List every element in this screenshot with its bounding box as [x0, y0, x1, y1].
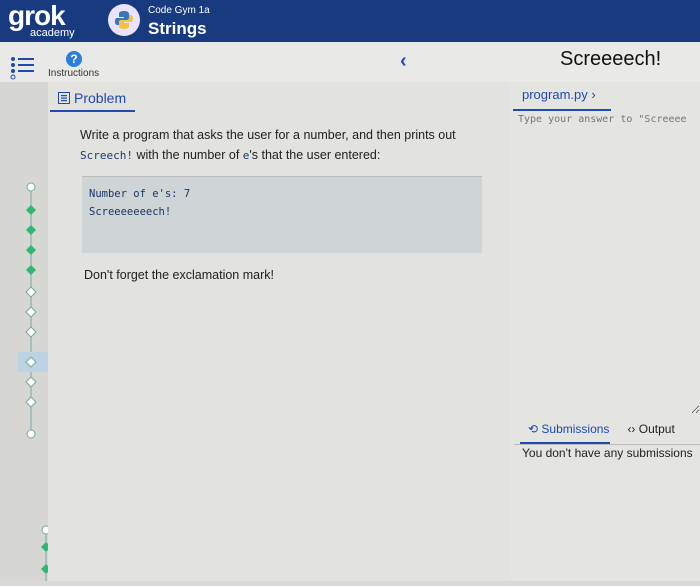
progress-node[interactable] — [26, 182, 36, 192]
instructions-label[interactable]: Instructions — [48, 68, 99, 79]
course-title: Strings — [148, 19, 207, 38]
desc-text: 's that the user entered: — [249, 148, 381, 162]
desc-text: with the number of — [132, 148, 243, 162]
desc-code: Screech! — [80, 149, 133, 162]
progress-node[interactable] — [26, 265, 36, 275]
bottom-tabs: ⟲ Submissions ‹› Output — [528, 422, 675, 436]
example-line: Number of e's: 7 — [89, 188, 191, 200]
tab-problem-label: Problem — [74, 90, 127, 106]
problem-description: Write a program that asks the user for a… — [80, 125, 490, 166]
tab-output-label: Output — [638, 422, 675, 436]
tab-output[interactable]: ‹› Output — [627, 422, 674, 436]
code-brackets-icon: ‹› — [627, 422, 636, 436]
help-icon[interactable]: ? — [66, 51, 82, 67]
course-subtitle: Code Gym 1a — [148, 5, 210, 16]
desc-text: Write a program that asks the user for a… — [80, 128, 456, 142]
progress-rail — [0, 82, 51, 581]
progress-node[interactable] — [25, 286, 37, 298]
grok-logo[interactable]: grok academy — [8, 2, 75, 40]
logo-subtitle: academy — [30, 27, 75, 39]
document-icon — [58, 92, 70, 104]
tab-problem[interactable]: Problem — [58, 90, 126, 106]
progress-node[interactable] — [25, 326, 37, 338]
progress-node[interactable] — [26, 205, 36, 215]
tab-submissions[interactable]: ⟲ Submissions — [528, 422, 609, 436]
progress-node[interactable] — [26, 225, 36, 235]
example-line: Screeeeeeech! — [89, 206, 172, 218]
tab-submissions-label: Submissions — [541, 422, 610, 436]
course-info: Code Gym 1a Strings — [148, 5, 210, 39]
chevron-left-icon[interactable]: ‹ — [400, 50, 407, 73]
history-icon: ⟲ — [528, 422, 539, 436]
python-course-icon — [108, 4, 140, 36]
top-header: grok academy Code Gym 1a Strings — [0, 0, 700, 42]
progress-nodes — [18, 182, 51, 581]
progress-node[interactable] — [25, 396, 37, 408]
progress-node[interactable] — [26, 245, 36, 255]
no-submissions-message: You don't have any submissions — [522, 446, 693, 460]
file-tab-indicator — [513, 109, 611, 111]
progress-node[interactable] — [41, 564, 51, 574]
chevron-right-icon: › — [591, 87, 596, 102]
divider — [514, 444, 700, 445]
tab-program-py[interactable]: program.py › — [522, 87, 596, 102]
menu-list-icon[interactable] — [10, 56, 36, 80]
exercise-title: Screeeech! — [560, 48, 662, 70]
code-editor-input[interactable] — [518, 114, 700, 414]
file-tab-label: program.py — [522, 87, 588, 102]
python-logo-icon — [115, 11, 133, 29]
tab-active-indicator — [50, 110, 135, 112]
reminder-note: Don't forget the exclamation mark! — [84, 268, 274, 282]
progress-node[interactable] — [25, 306, 37, 318]
progress-node[interactable] — [26, 429, 36, 439]
progress-node[interactable] — [25, 376, 37, 388]
progress-node[interactable] — [41, 542, 51, 552]
example-code-block: Number of e's: 7 Screeeeeeech! — [82, 176, 482, 253]
